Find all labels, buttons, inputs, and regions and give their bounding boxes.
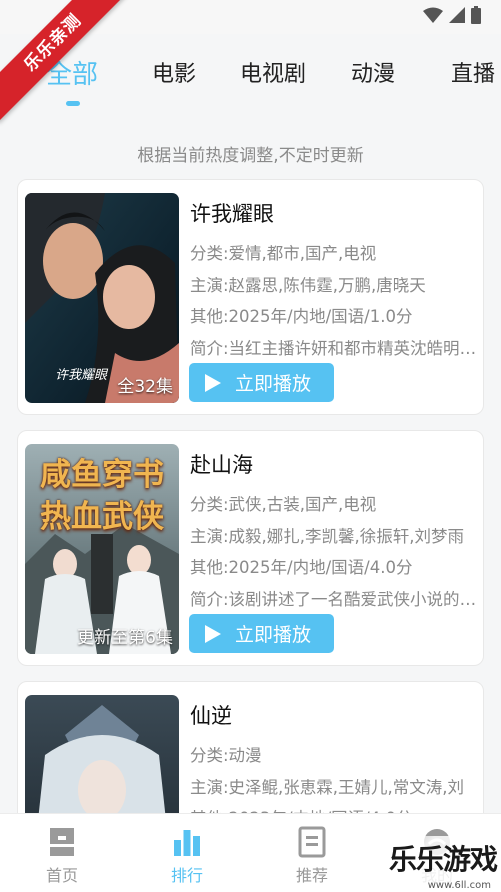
video-title[interactable]: 仙逆 xyxy=(190,700,232,730)
video-card[interactable]: 许我耀眼 全32集 许我耀眼 分类:爱情,都市,国产,电视 主演:赵露思,陈伟霆… xyxy=(17,179,484,415)
watermark: 乐乐游戏 www.6ll.com xyxy=(383,836,501,892)
video-title[interactable]: 赴山海 xyxy=(190,449,253,479)
svg-text:许我耀眼: 许我耀眼 xyxy=(55,368,109,383)
play-now-button[interactable]: 立即播放 xyxy=(189,614,334,653)
nav-home[interactable]: 首页 xyxy=(17,814,107,892)
rank-bars-icon xyxy=(174,830,200,856)
nav-ranking[interactable]: 排行 xyxy=(142,814,232,892)
app-screen: 乐乐亲测 全部 电影 电视剧 动漫 直播 根据当前热度调整,不定时更新 许我耀眼… xyxy=(0,0,501,892)
play-button-label: 立即播放 xyxy=(235,373,312,395)
status-icons xyxy=(423,6,481,24)
play-now-button[interactable]: 立即播放 xyxy=(189,363,334,402)
tab-tv-series[interactable]: 电视剧 xyxy=(240,56,306,88)
wifi-icon xyxy=(423,7,443,23)
video-category: 分类:爱情,都市,国产,电视 xyxy=(190,244,377,263)
video-cast: 主演:史泽鲲,张恵霖,王婧儿,常文涛,刘 xyxy=(190,778,465,797)
nav-home-label: 首页 xyxy=(45,866,78,885)
video-cast: 主演:赵露思,陈伟霆,万鹏,唐晓天 xyxy=(190,276,426,295)
episode-badge: 全32集 xyxy=(117,377,173,397)
video-category: 分类:动漫 xyxy=(190,746,262,765)
nav-recommend[interactable]: 推荐 xyxy=(267,814,357,892)
video-intro: 简介:该剧讲述了一名酷爱武侠小说的少年 xyxy=(190,590,480,609)
nav-recommend-label: 推荐 xyxy=(295,866,328,885)
update-note: 根据当前热度调整,不定时更新 xyxy=(137,146,364,166)
play-icon xyxy=(205,373,221,392)
signal-icon xyxy=(449,7,465,23)
video-other-info: 其他:2025年/内地/国语/1.0分 xyxy=(190,307,413,326)
poster-image[interactable]: 咸鱼穿书热血武侠 更新至第6集 xyxy=(25,444,179,654)
video-category: 分类:武侠,古装,国产,电视 xyxy=(190,495,377,514)
video-other-info: 其他:2025年/内地/国语/4.0分 xyxy=(190,558,413,577)
play-button-label: 立即播放 xyxy=(235,624,312,646)
nav-ranking-label: 排行 xyxy=(170,866,203,885)
video-title[interactable]: 许我耀眼 xyxy=(190,198,274,228)
tab-movie[interactable]: 电影 xyxy=(152,56,196,88)
active-tab-indicator xyxy=(66,101,80,106)
watermark-text: 乐乐游戏 xyxy=(388,843,498,876)
poster-image[interactable]: 许我耀眼 全32集 xyxy=(25,193,179,403)
battery-icon xyxy=(471,6,481,24)
poster-title-art: 咸鱼穿书热血武侠 xyxy=(40,457,164,535)
episode-badge: 更新至第6集 xyxy=(77,628,173,648)
recommend-doc-icon xyxy=(298,826,326,858)
watermark-url: www.6ll.com xyxy=(427,880,491,891)
category-tabs: 全部 电影 电视剧 动漫 直播 xyxy=(0,38,501,110)
tab-live[interactable]: 直播 xyxy=(451,56,495,88)
play-icon xyxy=(205,624,221,643)
video-cast: 主演:成毅,娜扎,李凯馨,徐振轩,刘梦雨 xyxy=(190,527,465,546)
video-card[interactable]: 咸鱼穿书热血武侠 更新至第6集 赴山海 分类:武侠,古装,国产,电视 主演:成毅… xyxy=(17,430,484,666)
tab-anime[interactable]: 动漫 xyxy=(351,56,395,88)
video-intro: 简介:当红主播许妍和都市精英沈皓明的爱情故事 xyxy=(190,339,480,358)
home-icon xyxy=(50,828,74,856)
